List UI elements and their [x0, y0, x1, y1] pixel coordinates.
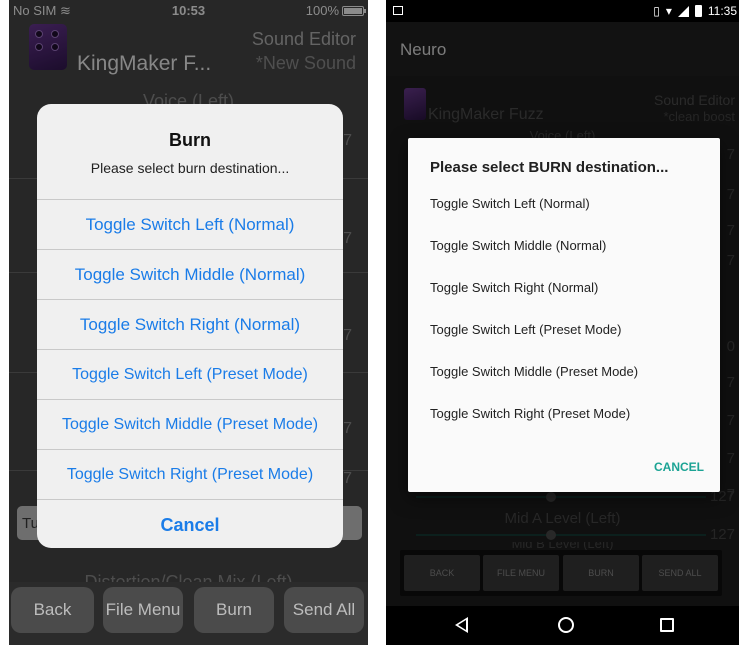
android-option-left-normal[interactable]: Toggle Switch Left (Normal) [430, 196, 590, 211]
ios-alert-header: Burn Please select burn destination... [37, 104, 343, 200]
wifi-icon: ▾ [665, 4, 672, 18]
android-status-icons: ▯ ▾ 11:35 [653, 4, 737, 18]
ios-option-left-preset[interactable]: Toggle Switch Left (Preset Mode) [37, 350, 343, 400]
ios-alert-message: Please select burn destination... [90, 160, 290, 176]
ios-burn-alert: Burn Please select burn destination... T… [37, 104, 343, 548]
nav-recents-icon[interactable] [660, 618, 674, 632]
android-dialog-title: Please select BURN destination... [430, 159, 669, 176]
android-option-right-normal[interactable]: Toggle Switch Right (Normal) [430, 280, 598, 295]
ios-option-right-preset[interactable]: Toggle Switch Right (Preset Mode) [37, 450, 343, 500]
nav-home-icon[interactable] [558, 617, 574, 633]
android-cancel-button[interactable]: CANCEL [654, 460, 704, 474]
signal-icon [677, 5, 689, 17]
android-burn-dialog: Please select BURN destination... Toggle… [408, 138, 720, 492]
android-clock: 11:35 [707, 4, 737, 18]
ios-screen: No SIM ≋ 10:53 100% KingMaker F... Sound… [9, 0, 368, 645]
ios-toolbar: Back File Menu Burn Send All [9, 582, 368, 645]
ios-option-left-normal[interactable]: Toggle Switch Left (Normal) [37, 200, 343, 250]
vibrate-icon: ▯ [653, 4, 660, 18]
back-button[interactable]: Back [11, 587, 94, 633]
file-menu-button[interactable]: File Menu [103, 587, 183, 633]
ios-alert-title: Burn [169, 130, 211, 150]
ios-option-middle-normal[interactable]: Toggle Switch Middle (Normal) [37, 250, 343, 300]
android-option-middle-preset[interactable]: Toggle Switch Middle (Preset Mode) [430, 364, 638, 379]
android-option-right-preset[interactable]: Toggle Switch Right (Preset Mode) [430, 406, 630, 421]
burn-button[interactable]: Burn [194, 587, 274, 633]
battery-icon [694, 5, 702, 17]
ios-cancel-button[interactable]: Cancel [37, 500, 343, 548]
android-option-left-preset[interactable]: Toggle Switch Left (Preset Mode) [430, 322, 621, 337]
nav-back-icon[interactable] [455, 617, 468, 633]
send-all-button[interactable]: Send All [284, 587, 364, 633]
ios-option-right-normal[interactable]: Toggle Switch Right (Normal) [37, 300, 343, 350]
android-option-middle-normal[interactable]: Toggle Switch Middle (Normal) [430, 238, 606, 253]
android-status-bar: ▯ ▾ 11:35 [386, 0, 739, 22]
android-screen: ▯ ▾ 11:35 Neuro KingMaker Fuzz Sound Edi… [386, 0, 739, 645]
image-notification-icon [393, 6, 403, 15]
ios-option-middle-preset[interactable]: Toggle Switch Middle (Preset Mode) [37, 400, 343, 450]
android-nav-bar [386, 606, 739, 645]
